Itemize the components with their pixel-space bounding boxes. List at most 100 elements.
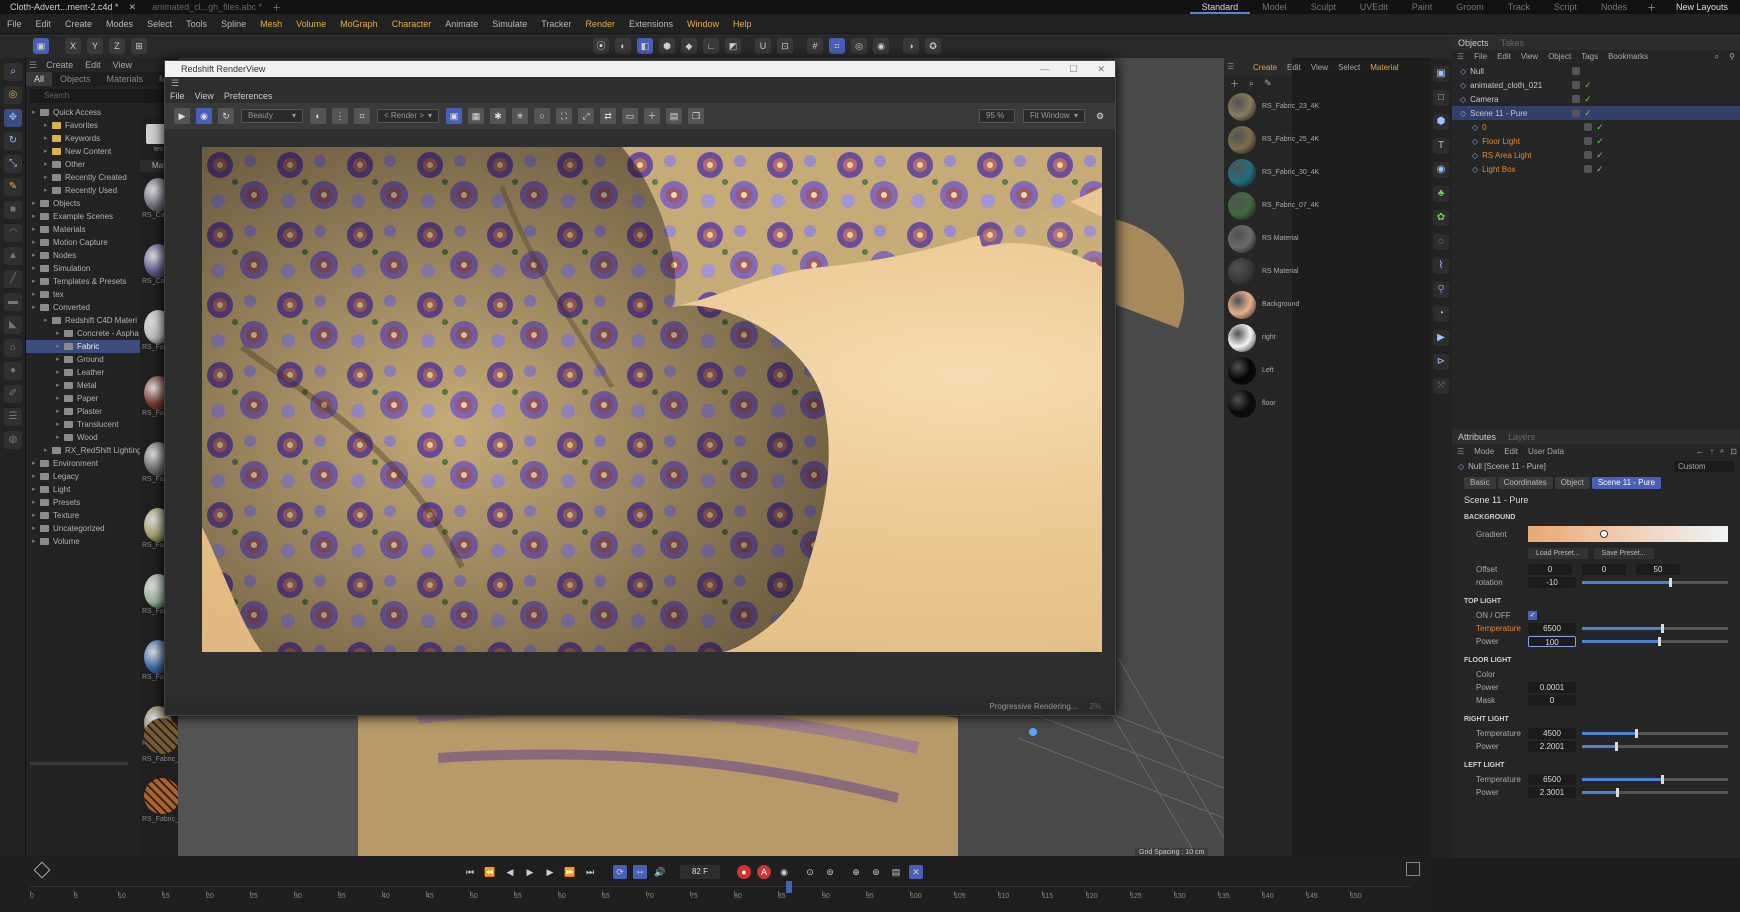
menu-volume[interactable]: Volume bbox=[289, 14, 333, 34]
attr-lock-icon[interactable]: ⊡ bbox=[1727, 447, 1740, 456]
right-light-section-title[interactable]: RIGHT LIGHT bbox=[1452, 713, 1740, 727]
fit-icon[interactable]: ⛶ bbox=[556, 108, 572, 124]
layout-sculpt[interactable]: Sculpt bbox=[1299, 0, 1348, 14]
add-snapshot-icon[interactable]: ＋ bbox=[644, 108, 660, 124]
cube-solid-icon[interactable]: ⬢ bbox=[1433, 114, 1449, 130]
mm-menu-view[interactable]: View bbox=[1306, 63, 1333, 72]
current-frame-field[interactable]: 82 F bbox=[680, 865, 720, 879]
background-section-title[interactable]: BACKGROUND bbox=[1452, 511, 1740, 525]
scale-tool-icon[interactable]: ⤡ bbox=[4, 155, 22, 173]
grid-icon[interactable]: # bbox=[807, 38, 823, 54]
polygons-mode-icon[interactable]: ◧ bbox=[637, 38, 653, 54]
snapshot-icon[interactable]: ▭ bbox=[622, 108, 638, 124]
cube-primitive-icon[interactable]: □ bbox=[1433, 90, 1449, 106]
document-tab[interactable]: animated_cl...gh_files.abc * bbox=[142, 0, 272, 14]
mm-menu-edit[interactable]: Edit bbox=[1282, 63, 1306, 72]
preview-range-icon[interactable]: ⇿ bbox=[633, 865, 647, 879]
visibility-dot-icon[interactable] bbox=[1584, 137, 1593, 145]
document-tab-active[interactable]: Cloth-Advert...ment-2.c4d * bbox=[0, 0, 129, 14]
floor-mask-field[interactable]: 0 bbox=[1528, 695, 1576, 706]
texture-mode-icon[interactable]: ◆ bbox=[681, 38, 697, 54]
menu-mesh[interactable]: Mesh bbox=[253, 14, 289, 34]
redshift-icon[interactable]: ✪ bbox=[925, 38, 941, 54]
refresh-icon[interactable]: ↻ bbox=[218, 108, 234, 124]
expand-arrow-icon[interactable]: ▸ bbox=[32, 249, 40, 262]
grid-overlay-icon[interactable]: ⋮ bbox=[332, 108, 348, 124]
sound-icon[interactable]: 🔊 bbox=[653, 865, 667, 879]
layout-standard[interactable]: Standard bbox=[1189, 0, 1251, 14]
floor-light-section-title[interactable]: FLOOR LIGHT bbox=[1452, 654, 1740, 668]
menu-edit[interactable]: Edit bbox=[29, 14, 59, 34]
sculpt-icon[interactable]: ☰ bbox=[4, 408, 22, 426]
expand-arrow-icon[interactable]: ▸ bbox=[32, 223, 40, 236]
spline-icon[interactable]: ◠ bbox=[4, 224, 22, 242]
settings-gear-icon[interactable]: ⚙ bbox=[1092, 108, 1108, 124]
left-temp-slider[interactable] bbox=[1582, 775, 1728, 784]
cb-tab-objects[interactable]: Objects bbox=[52, 72, 99, 86]
menu-modes[interactable]: Modes bbox=[99, 14, 140, 34]
expand-arrow-icon[interactable]: ▸ bbox=[56, 353, 64, 366]
circle-icon[interactable]: ○ bbox=[534, 108, 550, 124]
crop-icon[interactable]: ⌗ bbox=[354, 108, 370, 124]
offset-x-field[interactable]: 0 bbox=[1528, 564, 1572, 575]
expand-arrow-icon[interactable]: ▸ bbox=[44, 132, 52, 145]
menu-render[interactable]: Render bbox=[578, 14, 622, 34]
cube-icon[interactable]: ■ bbox=[4, 201, 22, 219]
save-preset-button[interactable]: Save Preset... bbox=[1593, 547, 1654, 559]
record-icon[interactable]: ● bbox=[737, 865, 751, 879]
expand-arrow-icon[interactable]: ▸ bbox=[56, 392, 64, 405]
expand-icon[interactable]: ⤢ bbox=[578, 108, 594, 124]
add-material-icon[interactable]: ＋ bbox=[1230, 77, 1239, 90]
expand-arrow-icon[interactable]: ▸ bbox=[32, 522, 40, 535]
visibility-dot-icon[interactable] bbox=[1584, 165, 1593, 173]
left-temp-field[interactable]: 6500 bbox=[1528, 774, 1576, 785]
material-search-icon[interactable]: ⌕ bbox=[1249, 78, 1254, 89]
mm-menu-select[interactable]: Select bbox=[1333, 63, 1365, 72]
mm-menu-material[interactable]: Material bbox=[1365, 63, 1403, 72]
menu-animate[interactable]: Animate bbox=[438, 14, 485, 34]
zoom-field[interactable]: 95 % bbox=[979, 109, 1015, 123]
hamburger-icon[interactable]: ☰ bbox=[1452, 50, 1469, 64]
weld-icon[interactable]: ● bbox=[4, 362, 22, 380]
right-temp-slider[interactable] bbox=[1582, 729, 1728, 738]
rotation-key-icon[interactable]: ⊚ bbox=[823, 865, 837, 879]
new-layouts-button[interactable]: New Layouts bbox=[1664, 0, 1740, 14]
lock-render-icon[interactable]: ▣ bbox=[446, 108, 462, 124]
playhead[interactable] bbox=[786, 881, 792, 893]
layout-groom[interactable]: Groom bbox=[1444, 0, 1496, 14]
gradient-knot[interactable] bbox=[1600, 530, 1608, 538]
material-list-item[interactable]: Left bbox=[1224, 354, 1292, 387]
expand-arrow-icon[interactable]: ▸ bbox=[44, 314, 52, 327]
material-list-item[interactable]: Background bbox=[1224, 288, 1299, 321]
ipr-icon[interactable]: ▶ bbox=[174, 108, 190, 124]
expand-arrow-icon[interactable]: ▸ bbox=[32, 275, 40, 288]
om-menu-file[interactable]: File bbox=[1469, 50, 1492, 64]
material-picker-icon[interactable]: ✎ bbox=[1264, 78, 1272, 89]
light-tool-icon[interactable]: ◔ bbox=[1433, 306, 1449, 322]
camera-icon[interactable]: ◉ bbox=[1433, 162, 1449, 178]
compare-icon[interactable]: ⇄ bbox=[600, 108, 616, 124]
undo-view-icon[interactable]: ▣ bbox=[33, 38, 49, 54]
solo-icon[interactable]: ◉ bbox=[873, 38, 889, 54]
menu-tools[interactable]: Tools bbox=[179, 14, 214, 34]
bridge-icon[interactable]: ⌂ bbox=[4, 339, 22, 357]
menu-create[interactable]: Create bbox=[58, 14, 99, 34]
target-icon[interactable]: ◎ bbox=[851, 38, 867, 54]
brush-tool-icon[interactable]: ✎ bbox=[4, 178, 22, 196]
copy-icon[interactable]: ❐ bbox=[688, 108, 704, 124]
menu-extensions[interactable]: Extensions bbox=[622, 14, 680, 34]
render-region-icon[interactable]: ◑ bbox=[903, 38, 919, 54]
edges-mode-icon[interactable]: ◐ bbox=[615, 38, 631, 54]
render-mode-select[interactable]: < Render > ▾ bbox=[377, 109, 439, 123]
mm-menu-create[interactable]: Create bbox=[1248, 63, 1282, 72]
move-tool-icon[interactable]: ✥ bbox=[4, 109, 22, 127]
camera-tool-icon[interactable]: ◍ bbox=[4, 431, 22, 449]
menu-window[interactable]: Window bbox=[680, 14, 726, 34]
expand-arrow-icon[interactable]: ▸ bbox=[32, 483, 40, 496]
enabled-check-icon[interactable]: ✓ bbox=[1584, 108, 1592, 119]
offset-y-field[interactable]: 0 bbox=[1582, 564, 1626, 575]
expand-arrow-icon[interactable]: ▸ bbox=[56, 327, 64, 340]
subtab-basic[interactable]: Basic bbox=[1464, 477, 1496, 489]
layout-nodes[interactable]: Nodes bbox=[1589, 0, 1639, 14]
layout-track[interactable]: Track bbox=[1496, 0, 1542, 14]
